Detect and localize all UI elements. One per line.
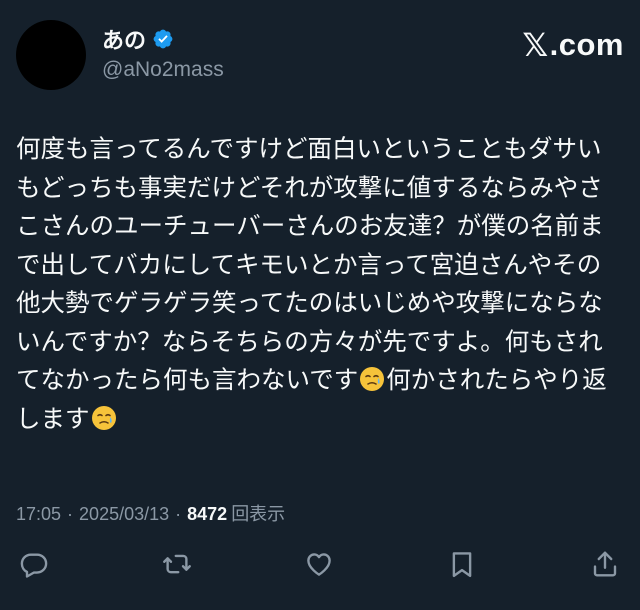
user-block: あの @aNo2mass	[102, 24, 224, 82]
share-icon	[590, 549, 620, 583]
views-count: 8472	[187, 504, 228, 524]
bookmark-button[interactable]	[444, 548, 480, 584]
display-name[interactable]: あの	[102, 23, 146, 55]
share-button[interactable]	[587, 548, 623, 584]
views-label: 回表示	[231, 504, 286, 524]
action-bar	[0, 548, 640, 588]
tweet-date[interactable]: 2025/03/13	[79, 504, 169, 525]
tweet-text-part-1: 何度も言ってるんですけど面白いということもダサいもどっちも事実だけどそれが攻撃に…	[16, 134, 604, 394]
heart-icon	[304, 549, 334, 583]
retweet-icon	[162, 549, 192, 583]
like-button[interactable]	[301, 548, 337, 584]
tweet-header: あの @aNo2mass 𝕏 .com	[16, 18, 624, 92]
avatar[interactable]	[16, 20, 86, 90]
crying-face-emoji-icon	[359, 365, 385, 391]
reply-button[interactable]	[16, 548, 52, 584]
retweet-button[interactable]	[159, 548, 195, 584]
brand-suffix: .com	[549, 27, 624, 62]
display-name-row: あの	[102, 24, 224, 54]
x-logo-icon: 𝕏	[522, 26, 549, 64]
brand-logo: 𝕏 .com	[522, 26, 624, 64]
user-handle[interactable]: @aNo2mass	[102, 58, 224, 82]
bookmark-icon	[447, 549, 477, 583]
meta-separator: ·	[67, 504, 74, 524]
verified-badge-icon	[152, 28, 174, 50]
tweet-card: あの @aNo2mass 𝕏 .com 何度も言ってるんですけど面白いということも…	[0, 0, 640, 610]
tweet-meta: 17:05 · 2025/03/13 · 8472 回表示	[16, 500, 285, 526]
crying-face-emoji-icon	[91, 404, 117, 430]
tweet-time[interactable]: 17:05	[16, 504, 61, 525]
tweet-text: 何度も言ってるんですけど面白いということもダサいもどっちも事実だけどそれが攻撃に…	[16, 130, 616, 438]
meta-separator: ·	[175, 504, 182, 524]
reply-icon	[19, 549, 49, 583]
